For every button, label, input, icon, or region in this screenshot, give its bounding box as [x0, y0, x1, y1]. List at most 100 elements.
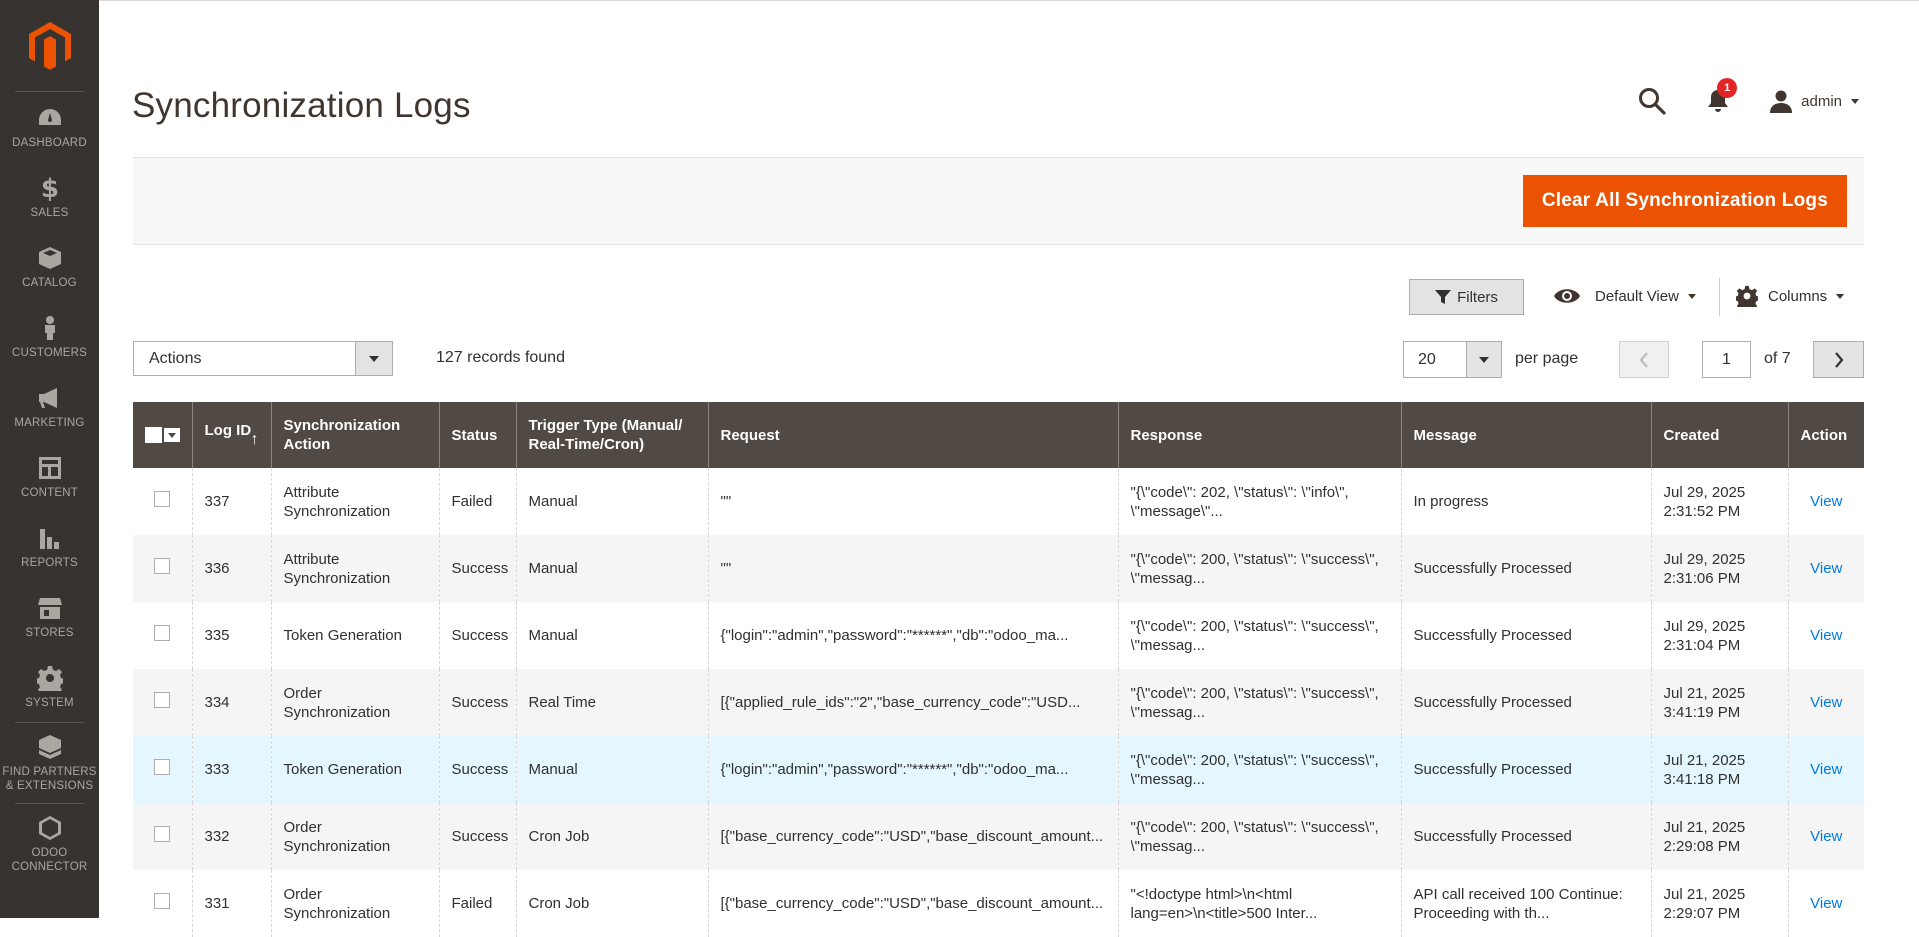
- header-request[interactable]: Request: [708, 402, 1119, 468]
- mass-actions-select[interactable]: Actions: [133, 341, 393, 376]
- header-sync-action[interactable]: Synchronization Action: [271, 402, 440, 468]
- table-row[interactable]: 333 Token Generation Success Manual {"lo…: [133, 736, 1864, 803]
- sidebar-item-dashboard[interactable]: DASHBOARD: [0, 92, 99, 162]
- admin-sidebar: DASHBOARD $ SALES CATALOG CUSTOMERS MARK…: [0, 0, 99, 918]
- cell-created: Jul 21, 2025 2:29:07 PM: [1651, 870, 1789, 937]
- row-select-cell[interactable]: [133, 468, 193, 535]
- notification-count-badge: 1: [1717, 78, 1738, 98]
- cell-trigger: Real Time: [516, 669, 709, 736]
- created-date: Jul 21, 2025: [1663, 751, 1746, 769]
- clear-logs-button[interactable]: Clear All Synchronization Logs: [1522, 175, 1847, 227]
- sidebar-item-marketing[interactable]: MARKETING: [0, 372, 99, 442]
- sidebar-item-label: CATALOG: [22, 276, 77, 289]
- sidebar-item-content[interactable]: CONTENT: [0, 442, 99, 512]
- per-page-select[interactable]: 20: [1403, 341, 1502, 378]
- view-link[interactable]: View: [1810, 627, 1842, 644]
- cell-message: Successfully Processed: [1401, 602, 1652, 669]
- filters-button[interactable]: Filters: [1409, 279, 1524, 315]
- columns-control[interactable]: Columns: [1736, 285, 1845, 307]
- prev-page-button[interactable]: [1619, 341, 1669, 378]
- view-link[interactable]: View: [1810, 560, 1842, 577]
- next-page-button[interactable]: [1813, 341, 1864, 378]
- header-trigger-type[interactable]: Trigger Type (Manual/ Real-Time/Cron): [516, 402, 709, 468]
- view-link[interactable]: View: [1810, 761, 1842, 778]
- sidebar-item-system[interactable]: SYSTEM: [0, 652, 99, 722]
- magento-logo[interactable]: [15, 0, 84, 92]
- cell-log-id: 334: [192, 669, 272, 736]
- view-link[interactable]: View: [1810, 493, 1842, 510]
- header-status[interactable]: Status: [439, 402, 517, 468]
- cell-created: Jul 21, 2025 3:41:19 PM: [1651, 669, 1789, 736]
- view-link[interactable]: View: [1810, 694, 1842, 711]
- table-row[interactable]: 331 Order Synchronization Failed Cron Jo…: [133, 870, 1864, 937]
- dropdown-toggle[interactable]: [355, 342, 392, 375]
- mass-select-checkbox[interactable]: [145, 427, 180, 443]
- header-message[interactable]: Message: [1401, 402, 1652, 468]
- header-label: Request: [720, 426, 780, 444]
- user-icon: [1770, 90, 1793, 113]
- header-created[interactable]: Created: [1651, 402, 1789, 468]
- sidebar-item-customers[interactable]: CUSTOMERS: [0, 302, 99, 372]
- row-checkbox[interactable]: [154, 625, 171, 641]
- row-checkbox[interactable]: [154, 893, 171, 909]
- box-icon: [38, 246, 61, 269]
- user-menu[interactable]: admin: [1769, 89, 1859, 113]
- created-date: Jul 29, 2025: [1663, 550, 1746, 568]
- row-select-cell[interactable]: [133, 736, 193, 803]
- header-label: Log ID: [204, 422, 252, 439]
- created-time: 2:31:52 PM: [1663, 502, 1741, 520]
- row-select-cell[interactable]: [133, 669, 193, 736]
- view-link[interactable]: View: [1810, 828, 1842, 845]
- cell-trigger: Manual: [516, 602, 709, 669]
- row-checkbox[interactable]: [154, 826, 171, 842]
- row-select-cell[interactable]: [133, 602, 193, 669]
- row-select-cell[interactable]: [133, 870, 193, 937]
- row-checkbox[interactable]: [154, 692, 171, 708]
- table-row[interactable]: 335 Token Generation Success Manual {"lo…: [133, 602, 1864, 669]
- boxes-icon: [38, 734, 61, 759]
- cell-sync-action: Order Synchronization: [271, 669, 440, 736]
- row-checkbox[interactable]: [154, 491, 171, 507]
- columns-label: Columns: [1768, 287, 1828, 305]
- cell-trigger: Manual: [516, 535, 709, 602]
- created-time: 2:31:04 PM: [1663, 636, 1741, 654]
- header-log-id[interactable]: Log ID ↑: [192, 402, 272, 468]
- dropdown-toggle[interactable]: [1466, 342, 1501, 377]
- cell-log-id: 337: [192, 468, 272, 535]
- row-checkbox[interactable]: [154, 759, 171, 775]
- records-count: 127 records found: [436, 349, 565, 366]
- table-row[interactable]: 334 Order Synchronization Success Real T…: [133, 669, 1864, 736]
- checkbox[interactable]: [145, 427, 163, 443]
- table-row[interactable]: 337 Attribute Synchronization Failed Man…: [133, 468, 1864, 535]
- mass-select-dropdown[interactable]: [164, 428, 180, 442]
- table-row[interactable]: 332 Order Synchronization Success Cron J…: [133, 803, 1864, 870]
- table-row[interactable]: 336 Attribute Synchronization Success Ma…: [133, 535, 1864, 602]
- response-line: \"messag...: [1130, 770, 1206, 788]
- notifications-button[interactable]: 1: [1705, 78, 1738, 114]
- view-switcher[interactable]: Default View: [1553, 285, 1696, 307]
- cell-message: Successfully Processed: [1401, 535, 1652, 602]
- response-line: \"messag...: [1130, 703, 1206, 721]
- search-icon[interactable]: [1637, 86, 1667, 116]
- mass-select-header[interactable]: [133, 402, 193, 468]
- row-select-cell[interactable]: [133, 803, 193, 870]
- sidebar-item-label: STORES: [25, 626, 74, 639]
- sidebar-item-catalog[interactable]: CATALOG: [0, 232, 99, 302]
- header-label: Response: [1130, 426, 1203, 444]
- cell-status: Success: [439, 803, 517, 870]
- row-checkbox[interactable]: [154, 558, 171, 574]
- cell-action: View: [1788, 870, 1864, 937]
- sidebar-item-stores[interactable]: STORES: [0, 582, 99, 652]
- view-link[interactable]: View: [1810, 895, 1842, 912]
- header-label: Action: [1800, 426, 1848, 444]
- row-select-cell[interactable]: [133, 535, 193, 602]
- sidebar-item-label: DASHBOARD: [12, 136, 87, 149]
- page-number-input[interactable]: [1702, 341, 1751, 378]
- sidebar-item-reports[interactable]: REPORTS: [0, 512, 99, 582]
- header-response[interactable]: Response: [1118, 402, 1402, 468]
- sidebar-item-odoo-connector[interactable]: ODOO CONNECTOR: [0, 804, 99, 884]
- response-line: "{\"code\": 202, \"status\": \"info\",: [1130, 483, 1349, 501]
- sidebar-item-find-partners[interactable]: FIND PARTNERS & EXTENSIONS: [0, 723, 99, 803]
- cell-status: Success: [439, 602, 517, 669]
- sidebar-item-sales[interactable]: $ SALES: [0, 162, 99, 232]
